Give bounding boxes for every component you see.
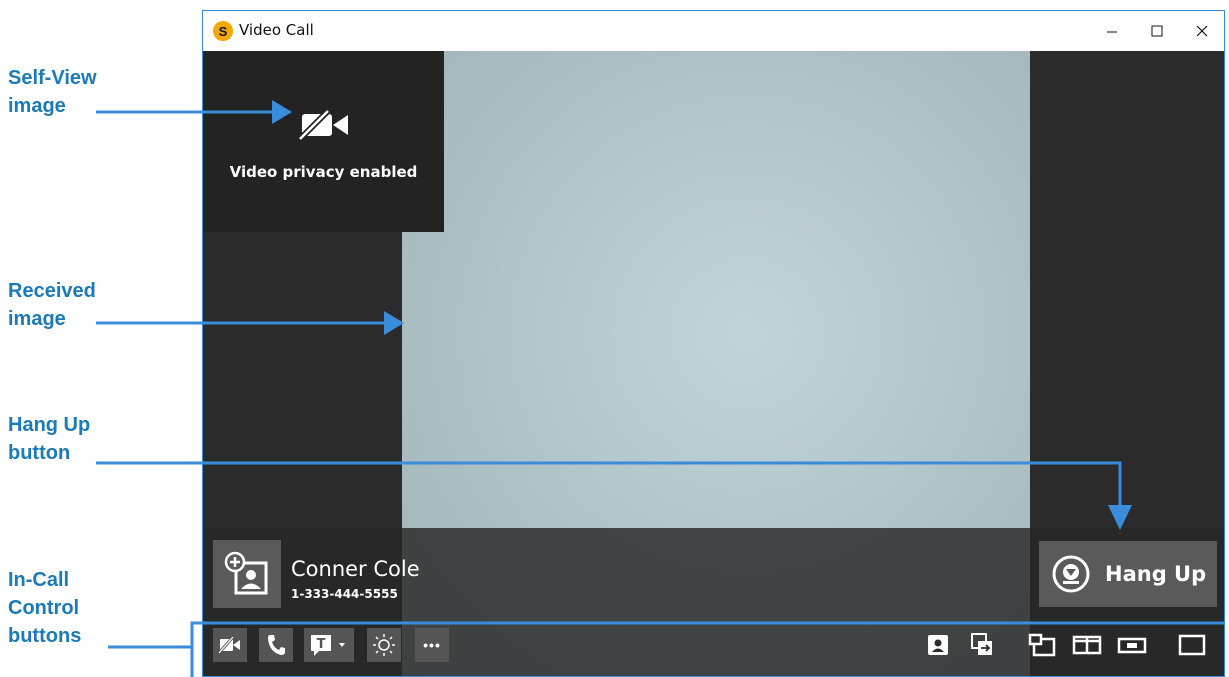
video-off-icon (297, 109, 348, 141)
video-privacy-text: Video privacy enabled (229, 163, 418, 181)
contact-card-icon (928, 635, 948, 655)
in-call-toolbar: T ••• (203, 621, 1224, 662)
add-contact-icon (224, 551, 268, 595)
hang-up-callout: Hang Up button (8, 414, 91, 464)
close-button[interactable] (1179, 11, 1224, 51)
more-button[interactable]: ••• (415, 628, 449, 662)
layout-side-by-side-button[interactable] (1070, 628, 1104, 662)
layout-side-by-side-icon (1072, 635, 1102, 655)
app-logo-icon: S (213, 21, 233, 41)
brightness-icon (373, 634, 395, 656)
layout-small-button[interactable] (1115, 628, 1149, 662)
call-control-overlay: Conner Cole 1-333-444-5555 Hang Up T ••• (203, 528, 1224, 676)
text-button[interactable]: T (304, 628, 354, 662)
video-privacy-icon (218, 636, 240, 654)
contact-card-button[interactable] (921, 628, 955, 662)
app-logo-letter: S (218, 23, 228, 39)
share-button[interactable] (965, 628, 999, 662)
close-icon (1196, 25, 1208, 37)
layout-full-button[interactable] (1175, 628, 1209, 662)
caller-number: 1-333-444-5555 (291, 587, 398, 601)
window-title: Video Call (239, 21, 314, 39)
minimize-button[interactable] (1089, 11, 1135, 51)
received-image-callout: Received image (8, 280, 96, 330)
self-view-image: Video privacy enabled (203, 51, 444, 232)
layout-pip-icon (1028, 633, 1056, 657)
phone-icon (268, 635, 285, 655)
maximize-icon (1151, 25, 1163, 37)
phone-button[interactable] (259, 628, 293, 662)
title-bar: S Video Call (203, 11, 1224, 51)
caller-name: Conner Cole (291, 557, 420, 581)
layout-pip-button[interactable] (1025, 628, 1059, 662)
self-view-callout: Self-View image (8, 67, 97, 117)
layout-small-icon (1117, 637, 1147, 654)
share-icon (971, 633, 992, 655)
hang-up-icon (1052, 555, 1090, 593)
svg-text:T: T (317, 637, 326, 652)
hang-up-label: Hang Up (1105, 562, 1207, 586)
minimize-icon (1107, 31, 1117, 33)
more-icon: ••• (423, 637, 441, 653)
text-icon: T (311, 635, 345, 656)
video-area: Video privacy enabled Conner Cole 1-333-… (203, 51, 1224, 676)
video-privacy-button[interactable] (213, 628, 247, 662)
layout-full-icon (1178, 634, 1206, 656)
hang-up-button[interactable]: Hang Up (1039, 541, 1217, 607)
video-call-window: S Video Call Video privacy enabled Conne… (202, 10, 1225, 677)
add-contact-button[interactable] (213, 540, 281, 608)
in-call-controls-callout: In-Call Control buttons (8, 569, 82, 647)
maximize-button[interactable] (1134, 11, 1180, 51)
brightness-button[interactable] (367, 628, 401, 662)
